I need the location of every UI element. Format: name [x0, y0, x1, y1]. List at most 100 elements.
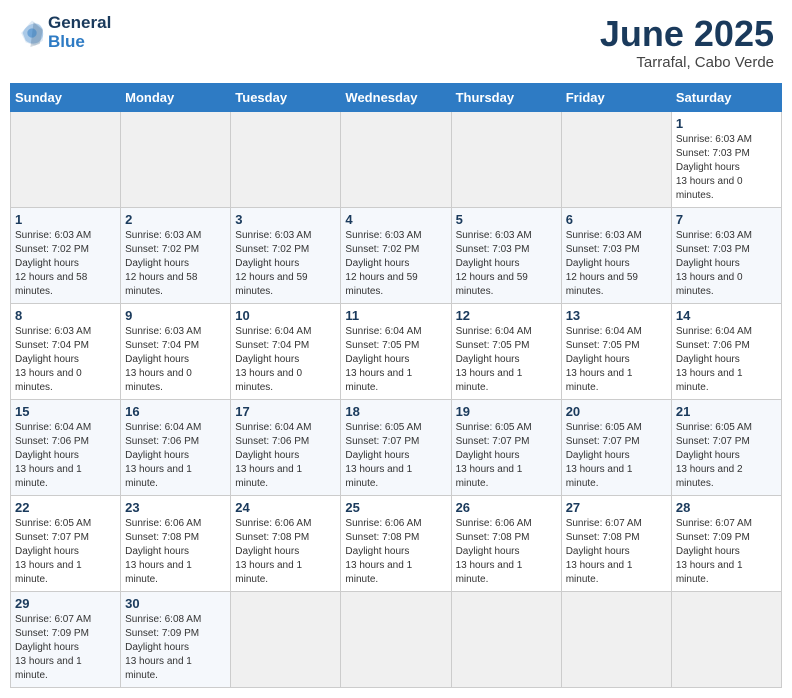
calendar-week-0: 1 Sunrise: 6:03 AMSunset: 7:03 PMDaylight…	[11, 111, 782, 207]
calendar-cell: 21Sunrise: 6:05 AMSunset: 7:07 PMDayligh…	[671, 399, 781, 495]
calendar-cell: 1 Sunrise: 6:03 AMSunset: 7:03 PMDaylight…	[671, 111, 781, 207]
calendar-cell	[11, 111, 121, 207]
calendar-body: 1 Sunrise: 6:03 AMSunset: 7:03 PMDaylight…	[11, 111, 782, 687]
day-info: Sunrise: 6:03 AMSunset: 7:03 PMDaylight …	[456, 230, 532, 297]
day-info: Sunrise: 6:03 AMSunset: 7:03 PMDaylight …	[566, 230, 642, 297]
day-number: 27	[566, 500, 667, 515]
day-number: 1	[676, 116, 777, 131]
col-friday: Friday	[561, 83, 671, 111]
logo-text: General Blue	[48, 14, 111, 51]
calendar-cell	[451, 111, 561, 207]
col-monday: Monday	[121, 83, 231, 111]
calendar-cell: 27 Sunrise: 6:07 AMSunset: 7:08 PMDayligh…	[561, 495, 671, 591]
day-info: Sunrise: 6:03 AMSunset: 7:03 PMDaylight …	[676, 134, 752, 201]
col-thursday: Thursday	[451, 83, 561, 111]
day-number: 9	[125, 308, 226, 323]
day-number: 19	[456, 404, 557, 419]
calendar-cell: 8 Sunrise: 6:03 AMSunset: 7:04 PMDaylight…	[11, 303, 121, 399]
day-number: 26	[456, 500, 557, 515]
calendar-cell: 16Sunrise: 6:04 AMSunset: 7:06 PMDayligh…	[121, 399, 231, 495]
calendar-cell: 18 Sunrise: 6:05 AMSunset: 7:07 PMDayligh…	[341, 399, 451, 495]
day-info: Sunrise: 6:06 AMSunset: 7:08 PMDaylight …	[345, 518, 421, 585]
day-number: 16	[125, 404, 226, 419]
logo-icon	[18, 19, 46, 47]
calendar-cell: 28 Sunrise: 6:07 AMSunset: 7:09 PMDayligh…	[671, 495, 781, 591]
calendar-cell	[451, 591, 561, 687]
day-number: 17	[235, 404, 336, 419]
calendar-cell: 4Sunrise: 6:03 AMSunset: 7:02 PMDaylight…	[341, 207, 451, 303]
page-header: General Blue June 2025 Tarrafal, Cabo Ve…	[10, 10, 782, 75]
day-number: 11	[345, 308, 446, 323]
day-info: Sunrise: 6:03 AMSunset: 7:04 PMDaylight …	[125, 326, 201, 393]
day-info: Sunrise: 6:05 AMSunset: 7:07 PMDaylight …	[456, 422, 532, 489]
day-number: 24	[235, 500, 336, 515]
month-title: June 2025	[600, 14, 774, 54]
day-number: 30	[125, 596, 226, 611]
calendar-cell: 11 Sunrise: 6:04 AMSunset: 7:05 PMDayligh…	[341, 303, 451, 399]
day-number: 8	[15, 308, 116, 323]
col-tuesday: Tuesday	[231, 83, 341, 111]
calendar-cell: 3Sunrise: 6:03 AMSunset: 7:02 PMDaylight…	[231, 207, 341, 303]
day-info: Sunrise: 6:03 AMSunset: 7:02 PMDaylight …	[125, 230, 201, 297]
day-info: Sunrise: 6:04 AMSunset: 7:06 PMDaylight …	[15, 422, 91, 489]
calendar-week-5: 29Sunrise: 6:07 AMSunset: 7:09 PMDayligh…	[11, 591, 782, 687]
day-number: 18	[345, 404, 446, 419]
calendar-cell	[121, 111, 231, 207]
calendar-cell: 13Sunrise: 6:04 AMSunset: 7:05 PMDayligh…	[561, 303, 671, 399]
calendar-cell: 30 Sunrise: 6:08 AMSunset: 7:09 PMDayligh…	[121, 591, 231, 687]
calendar-week-2: 8 Sunrise: 6:03 AMSunset: 7:04 PMDaylight…	[11, 303, 782, 399]
calendar-cell: 9 Sunrise: 6:03 AMSunset: 7:04 PMDaylight…	[121, 303, 231, 399]
day-info: Sunrise: 6:05 AMSunset: 7:07 PMDaylight …	[15, 518, 91, 585]
day-info: Sunrise: 6:06 AMSunset: 7:08 PMDaylight …	[125, 518, 201, 585]
day-number: 23	[125, 500, 226, 515]
calendar-week-4: 22Sunrise: 6:05 AMSunset: 7:07 PMDayligh…	[11, 495, 782, 591]
calendar-cell: 29Sunrise: 6:07 AMSunset: 7:09 PMDayligh…	[11, 591, 121, 687]
day-info: Sunrise: 6:07 AMSunset: 7:09 PMDaylight …	[15, 614, 91, 681]
day-info: Sunrise: 6:04 AMSunset: 7:05 PMDaylight …	[566, 326, 642, 393]
day-number: 14	[676, 308, 777, 323]
calendar-cell	[341, 111, 451, 207]
day-number: 6	[566, 212, 667, 227]
day-info: Sunrise: 6:05 AMSunset: 7:07 PMDaylight …	[345, 422, 421, 489]
calendar-week-1: 1Sunrise: 6:03 AMSunset: 7:02 PMDaylight…	[11, 207, 782, 303]
col-wednesday: Wednesday	[341, 83, 451, 111]
day-number: 25	[345, 500, 446, 515]
day-info: Sunrise: 6:03 AMSunset: 7:02 PMDaylight …	[15, 230, 91, 297]
day-info: Sunrise: 6:03 AMSunset: 7:03 PMDaylight …	[676, 230, 752, 297]
day-number: 28	[676, 500, 777, 515]
calendar-cell: 19 Sunrise: 6:05 AMSunset: 7:07 PMDayligh…	[451, 399, 561, 495]
day-info: Sunrise: 6:07 AMSunset: 7:09 PMDaylight …	[676, 518, 752, 585]
calendar-cell: 7Sunrise: 6:03 AMSunset: 7:03 PMDaylight…	[671, 207, 781, 303]
calendar-cell: 22Sunrise: 6:05 AMSunset: 7:07 PMDayligh…	[11, 495, 121, 591]
day-info: Sunrise: 6:06 AMSunset: 7:08 PMDaylight …	[235, 518, 311, 585]
day-number: 4	[345, 212, 446, 227]
day-info: Sunrise: 6:08 AMSunset: 7:09 PMDaylight …	[125, 614, 201, 681]
calendar-cell: 17Sunrise: 6:04 AMSunset: 7:06 PMDayligh…	[231, 399, 341, 495]
header-row: Sunday Monday Tuesday Wednesday Thursday…	[11, 83, 782, 111]
day-info: Sunrise: 6:05 AMSunset: 7:07 PMDaylight …	[676, 422, 752, 489]
day-number: 12	[456, 308, 557, 323]
day-info: Sunrise: 6:07 AMSunset: 7:08 PMDaylight …	[566, 518, 642, 585]
day-number: 10	[235, 308, 336, 323]
col-sunday: Sunday	[11, 83, 121, 111]
calendar-cell	[231, 591, 341, 687]
day-info: Sunrise: 6:04 AMSunset: 7:05 PMDaylight …	[456, 326, 532, 393]
day-info: Sunrise: 6:03 AMSunset: 7:04 PMDaylight …	[15, 326, 91, 393]
calendar-cell: 15Sunrise: 6:04 AMSunset: 7:06 PMDayligh…	[11, 399, 121, 495]
day-info: Sunrise: 6:04 AMSunset: 7:05 PMDaylight …	[345, 326, 421, 393]
calendar-cell: 24 Sunrise: 6:06 AMSunset: 7:08 PMDayligh…	[231, 495, 341, 591]
calendar-cell: 25 Sunrise: 6:06 AMSunset: 7:08 PMDayligh…	[341, 495, 451, 591]
location: Tarrafal, Cabo Verde	[600, 54, 774, 71]
calendar-cell	[671, 591, 781, 687]
day-info: Sunrise: 6:04 AMSunset: 7:04 PMDaylight …	[235, 326, 311, 393]
title-block: June 2025 Tarrafal, Cabo Verde	[600, 14, 774, 71]
calendar-cell: 10 Sunrise: 6:04 AMSunset: 7:04 PMDayligh…	[231, 303, 341, 399]
calendar-cell: 2Sunrise: 6:03 AMSunset: 7:02 PMDaylight…	[121, 207, 231, 303]
calendar-cell: 20Sunrise: 6:05 AMSunset: 7:07 PMDayligh…	[561, 399, 671, 495]
calendar-cell	[231, 111, 341, 207]
day-info: Sunrise: 6:03 AMSunset: 7:02 PMDaylight …	[235, 230, 311, 297]
calendar-cell: 1Sunrise: 6:03 AMSunset: 7:02 PMDaylight…	[11, 207, 121, 303]
calendar-cell	[341, 591, 451, 687]
day-info: Sunrise: 6:04 AMSunset: 7:06 PMDaylight …	[676, 326, 752, 393]
calendar-cell: 12 Sunrise: 6:04 AMSunset: 7:05 PMDayligh…	[451, 303, 561, 399]
